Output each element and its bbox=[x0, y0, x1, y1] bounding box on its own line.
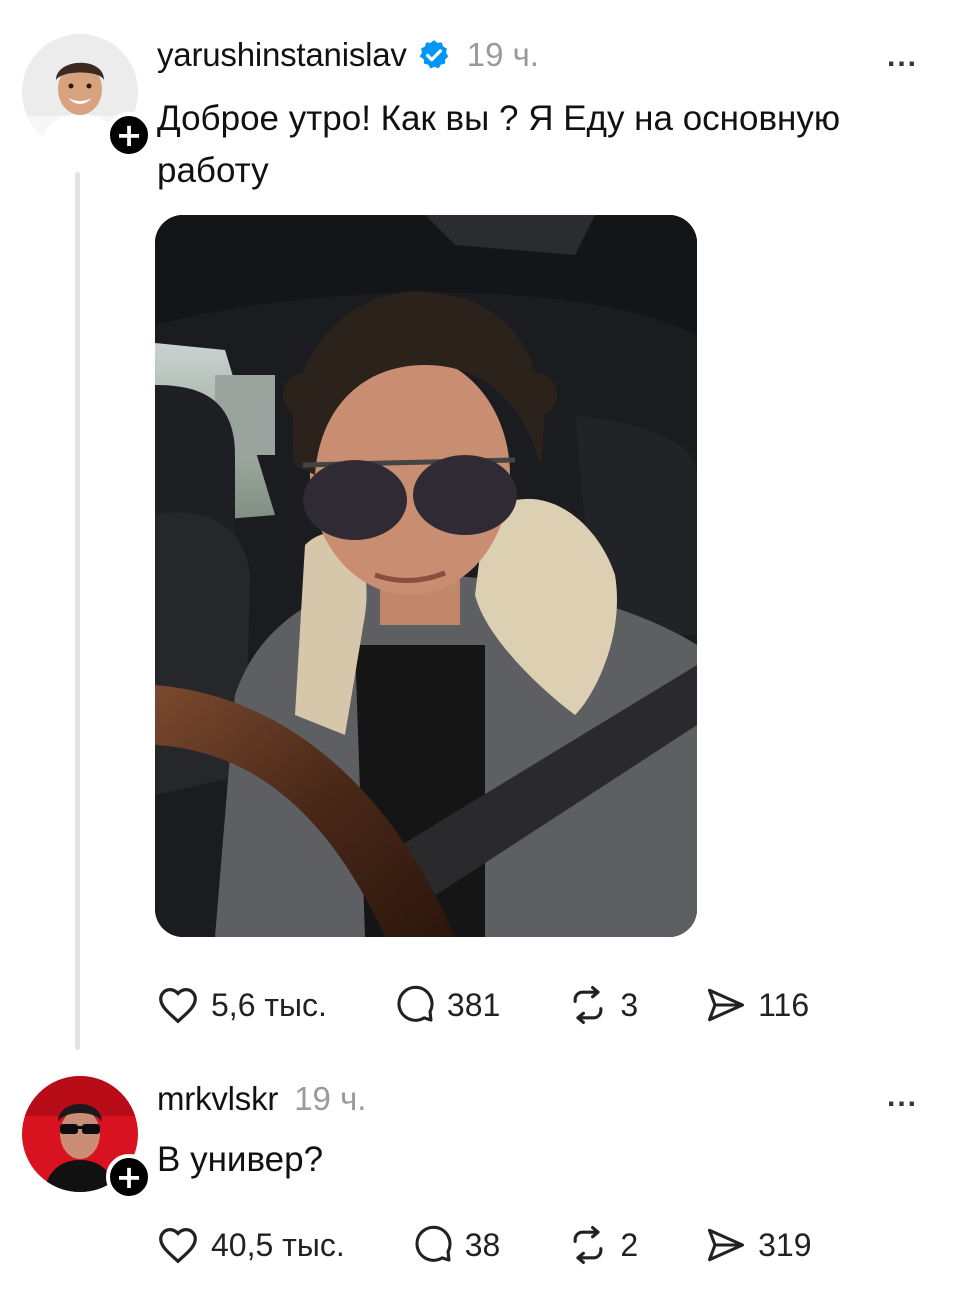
repost-count: 2 bbox=[620, 1226, 639, 1263]
share-button[interactable]: 116 bbox=[704, 983, 809, 1027]
post-photo[interactable] bbox=[155, 215, 697, 937]
thread-line bbox=[75, 172, 80, 1050]
username[interactable]: mrkvlskr bbox=[157, 1080, 278, 1118]
follow-plus-icon[interactable]: + bbox=[106, 1154, 152, 1200]
send-icon bbox=[708, 1228, 745, 1262]
like-count: 40,5 тыс. bbox=[211, 1226, 345, 1263]
action-bar: 40,5 тыс. 38 2 319 bbox=[155, 1222, 812, 1268]
like-button[interactable]: 5,6 тыс. bbox=[155, 982, 327, 1028]
more-dots-icon[interactable]: ... bbox=[887, 1080, 918, 1114]
like-count: 5,6 тыс. bbox=[211, 986, 327, 1023]
post-time: 19 ч. bbox=[294, 1080, 367, 1117]
post-text: Доброе утро! Как вы ? Я Еду на основную … bbox=[157, 99, 841, 190]
reply-post: + mrkvlskr 19 ч. ... В универ? 40,5 тыс.… bbox=[0, 1058, 960, 1305]
repost-icon bbox=[573, 1226, 603, 1264]
action-bar: 5,6 тыс. 381 3 116 bbox=[155, 982, 809, 1028]
share-count: 116 bbox=[758, 986, 810, 1023]
comment-icon bbox=[397, 985, 434, 1022]
like-button[interactable]: 40,5 тыс. bbox=[155, 1222, 345, 1268]
repost-button[interactable]: 2 bbox=[566, 1223, 638, 1267]
repost-count: 3 bbox=[620, 986, 639, 1023]
follow-plus-icon[interactable]: + bbox=[106, 112, 152, 158]
heart-icon bbox=[159, 988, 197, 1024]
share-button[interactable]: 319 bbox=[704, 1223, 812, 1267]
heart-icon bbox=[159, 1228, 197, 1264]
send-icon bbox=[708, 988, 745, 1022]
more-dots-icon[interactable]: ... bbox=[887, 40, 918, 74]
repost-icon bbox=[573, 986, 603, 1024]
post-text: В универ? bbox=[157, 1140, 324, 1179]
repost-button[interactable]: 3 bbox=[566, 983, 638, 1027]
post-time: 19 ч. bbox=[466, 36, 539, 73]
username[interactable]: yarushinstanislav bbox=[157, 36, 407, 74]
reply-button[interactable]: 38 bbox=[411, 1223, 501, 1267]
author-avatar-container[interactable]: + bbox=[22, 34, 152, 158]
reply-button[interactable]: 381 bbox=[393, 983, 500, 1027]
post-header: yarushinstanislav 19 ч. bbox=[157, 36, 539, 74]
author-avatar-container[interactable]: + bbox=[22, 1076, 152, 1200]
share-count: 319 bbox=[758, 1226, 812, 1263]
reply-count: 38 bbox=[464, 1226, 501, 1263]
comment-icon bbox=[415, 1225, 452, 1262]
thread-post: + yarushinstanislav 19 ч. ... Доброе утр… bbox=[0, 0, 960, 1058]
verified-badge-icon bbox=[419, 40, 449, 69]
reply-count: 381 bbox=[446, 986, 501, 1023]
post-header: mrkvlskr 19 ч. bbox=[157, 1080, 366, 1118]
